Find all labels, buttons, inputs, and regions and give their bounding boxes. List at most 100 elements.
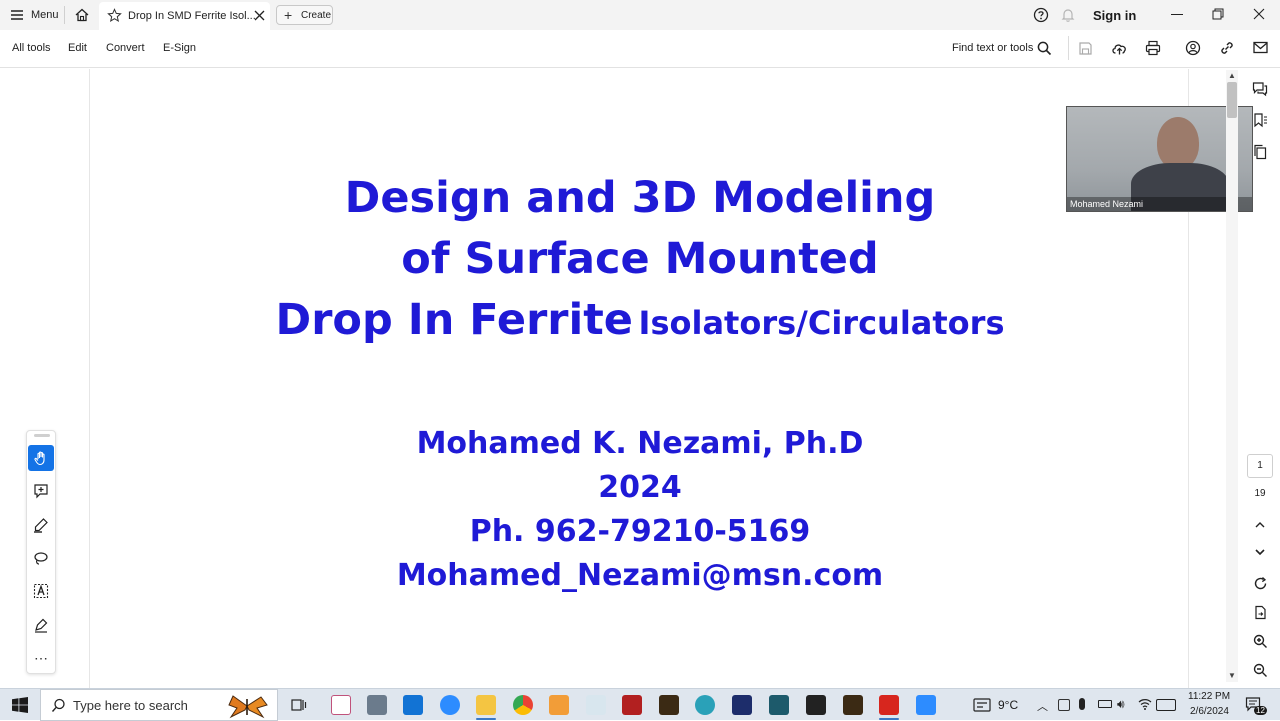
- divider: [1068, 36, 1069, 60]
- save-icon[interactable]: [1078, 41, 1093, 56]
- plus-icon: +: [284, 7, 293, 23]
- minimize-icon[interactable]: [1171, 14, 1183, 15]
- help-icon[interactable]: [1033, 7, 1049, 23]
- clock-date[interactable]: 2/6/2024: [1190, 706, 1229, 717]
- author-name: Mohamed K. Nezami, Ph.D: [416, 426, 864, 461]
- restore-icon[interactable]: [1212, 8, 1224, 20]
- zoom-out-icon[interactable]: [1248, 658, 1272, 682]
- notification-count-badge: 12: [1254, 706, 1267, 715]
- more-tools-icon[interactable]: ⋯: [28, 645, 54, 671]
- all-tools-menu[interactable]: All tools: [12, 42, 51, 54]
- app-icon-pen[interactable]: [586, 695, 606, 715]
- bookmarks-icon[interactable]: [1248, 108, 1272, 132]
- edit-menu[interactable]: Edit: [68, 42, 87, 54]
- panel-grip[interactable]: [34, 434, 50, 437]
- acrobat-icon[interactable]: [879, 695, 899, 715]
- app-icon-bird[interactable]: [695, 695, 715, 715]
- next-page-icon[interactable]: [1248, 540, 1272, 564]
- search-placeholder: Type here to search: [73, 698, 188, 713]
- comments-panel-icon[interactable]: [1248, 77, 1272, 101]
- edt-app-icon[interactable]: [659, 695, 679, 715]
- previous-page-icon[interactable]: [1248, 513, 1272, 537]
- scroll-down-arrow-icon[interactable]: ▼: [1228, 671, 1236, 680]
- vertical-scrollbar[interactable]: ▲ ▼: [1226, 70, 1238, 682]
- document-tab[interactable]: Drop In SMD Ferrite Isol...: [99, 2, 270, 30]
- sign-in-button[interactable]: Sign in: [1093, 8, 1136, 23]
- close-window-icon[interactable]: [1253, 8, 1265, 20]
- bell-icon[interactable]: [1060, 7, 1076, 23]
- file-explorer-icon[interactable]: [476, 695, 496, 715]
- highlight-button[interactable]: [28, 512, 54, 538]
- app-icon-waveform[interactable]: [622, 695, 642, 715]
- pages-icon[interactable]: [1248, 140, 1272, 164]
- weather-icon[interactable]: [973, 698, 991, 712]
- menu-icon[interactable]: [10, 8, 24, 22]
- pdf-page: Design and 3D Modeling of Surface Mounte…: [89, 69, 1189, 688]
- email-icon[interactable]: [1253, 41, 1268, 54]
- esign-menu[interactable]: E-Sign: [163, 42, 196, 54]
- app-icon-dots[interactable]: [806, 695, 826, 715]
- create-button[interactable]: + Create: [276, 5, 333, 25]
- convert-menu[interactable]: Convert: [106, 42, 145, 54]
- clock-time[interactable]: 11:22 PM: [1188, 691, 1230, 702]
- scroll-up-arrow-icon[interactable]: ▲: [1228, 71, 1236, 80]
- participant-head: [1157, 117, 1199, 169]
- participant-name: Mohamed Nezami: [1070, 199, 1144, 209]
- find-tools-label[interactable]: Find text or tools: [952, 42, 1033, 54]
- windows-start-icon[interactable]: [12, 697, 28, 713]
- refresh-icon[interactable]: [1248, 571, 1272, 595]
- taskbar-search-box[interactable]: Type here to search: [40, 689, 278, 721]
- upload-cloud-icon[interactable]: [1111, 40, 1128, 56]
- title-line-3: Drop In Ferrite Isolators/Circulators: [90, 295, 1190, 345]
- text-box-button[interactable]: [28, 578, 54, 604]
- edt-app-icon-2[interactable]: [843, 695, 863, 715]
- pen-icon: [34, 518, 48, 533]
- current-page-input[interactable]: 1: [1247, 454, 1273, 478]
- home-icon[interactable]: [74, 7, 90, 23]
- zoom-app-icon[interactable]: [440, 695, 460, 715]
- task-view-icon[interactable]: [291, 697, 307, 713]
- app-icon-snipping[interactable]: [331, 695, 351, 715]
- menu-button[interactable]: Menu: [31, 9, 59, 21]
- title-line-1: Design and 3D Modeling: [344, 173, 936, 223]
- speaker-icon[interactable]: 🔊︎: [1117, 697, 1125, 712]
- search-highlight-butterfly-icon: [223, 693, 271, 719]
- sign-button[interactable]: [28, 612, 54, 638]
- calendar-app-icon[interactable]: [916, 695, 936, 715]
- hand-tool-button[interactable]: [28, 445, 54, 471]
- microphone-icon[interactable]: [1079, 698, 1085, 710]
- divider: [64, 6, 65, 24]
- calculator-icon[interactable]: [367, 695, 387, 715]
- temperature[interactable]: 9°C: [998, 698, 1018, 712]
- star-icon[interactable]: [107, 8, 122, 23]
- title-line-3-sub: Isolators/Circulators: [638, 304, 1005, 342]
- app-icon-orange[interactable]: [549, 695, 569, 715]
- app-icon-network[interactable]: [769, 695, 789, 715]
- year: 2024: [598, 470, 682, 505]
- share-user-icon[interactable]: [1185, 40, 1201, 56]
- search-icon[interactable]: [1037, 41, 1052, 56]
- total-pages: 19: [1254, 488, 1266, 499]
- battery-icon[interactable]: [1098, 700, 1112, 708]
- chrome-icon[interactable]: [513, 695, 533, 715]
- create-label: Create: [301, 10, 332, 21]
- title-line-2: of Surface Mounted: [401, 234, 879, 284]
- wifi-icon[interactable]: [1138, 697, 1152, 711]
- scrollbar-thumb[interactable]: [1227, 82, 1237, 118]
- draw-button[interactable]: [28, 545, 54, 571]
- print-icon[interactable]: [1145, 40, 1161, 56]
- tab-title: Drop In SMD Ferrite Isol...: [128, 10, 256, 22]
- document-export-icon[interactable]: [1248, 600, 1272, 624]
- comment-plus-icon: [34, 484, 48, 499]
- app-icon-eye[interactable]: [732, 695, 752, 715]
- chevron-up-icon[interactable]: ︿: [1037, 698, 1048, 714]
- zoom-in-icon[interactable]: [1248, 629, 1272, 653]
- mail-icon[interactable]: [403, 695, 423, 715]
- add-comment-button[interactable]: [28, 478, 54, 504]
- link-icon[interactable]: [1219, 40, 1235, 56]
- meet-now-icon[interactable]: [1058, 699, 1070, 711]
- close-tab-icon[interactable]: [254, 10, 265, 21]
- fountain-pen-icon: [35, 618, 48, 633]
- video-call-overlay[interactable]: Mohamed Nezami: [1066, 106, 1253, 212]
- keyboard-icon[interactable]: [1156, 699, 1176, 711]
